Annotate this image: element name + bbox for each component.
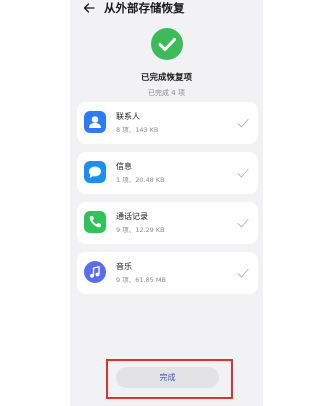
status-title: 已完成恢复项 — [140, 73, 192, 83]
check-icon — [237, 269, 249, 278]
check-icon — [237, 219, 249, 228]
highlight-annotation-box — [106, 359, 233, 399]
restore-item-messages[interactable]: 信息 1 项、20.48 KB — [77, 152, 258, 194]
item-meta: 9 项、61.85 MB — [116, 276, 166, 284]
restore-item-music[interactable]: 音乐 9 项、61.85 MB — [77, 252, 258, 294]
contacts-icon — [84, 111, 106, 133]
restore-item-contacts[interactable]: 联系人 8 项、143 KB — [77, 102, 258, 144]
restore-screen: 从外部存储恢复 已完成恢复项 已完成 4 项 联系人 8 项、143 KB 信息… — [70, 0, 263, 406]
item-name: 信息 — [116, 162, 132, 171]
music-icon — [84, 261, 106, 283]
check-icon — [237, 169, 249, 178]
success-check-icon — [151, 28, 183, 60]
item-meta: 1 项、20.48 KB — [116, 176, 165, 184]
item-meta: 9 项、12.29 KB — [116, 226, 165, 234]
messages-icon — [84, 161, 106, 183]
item-name: 通话记录 — [116, 212, 148, 221]
back-arrow-icon[interactable] — [82, 1, 96, 15]
status-subtitle: 已完成 4 项 — [148, 89, 185, 97]
item-meta: 8 项、143 KB — [116, 126, 159, 134]
restore-item-call-log[interactable]: 通话记录 9 项、12.29 KB — [77, 202, 258, 244]
phone-icon — [84, 211, 106, 233]
check-icon — [237, 119, 249, 128]
page-title: 从外部存储恢复 — [104, 1, 185, 15]
item-name: 音乐 — [116, 262, 132, 271]
top-bar: 从外部存储恢复 — [70, 0, 263, 18]
item-name: 联系人 — [116, 112, 140, 121]
